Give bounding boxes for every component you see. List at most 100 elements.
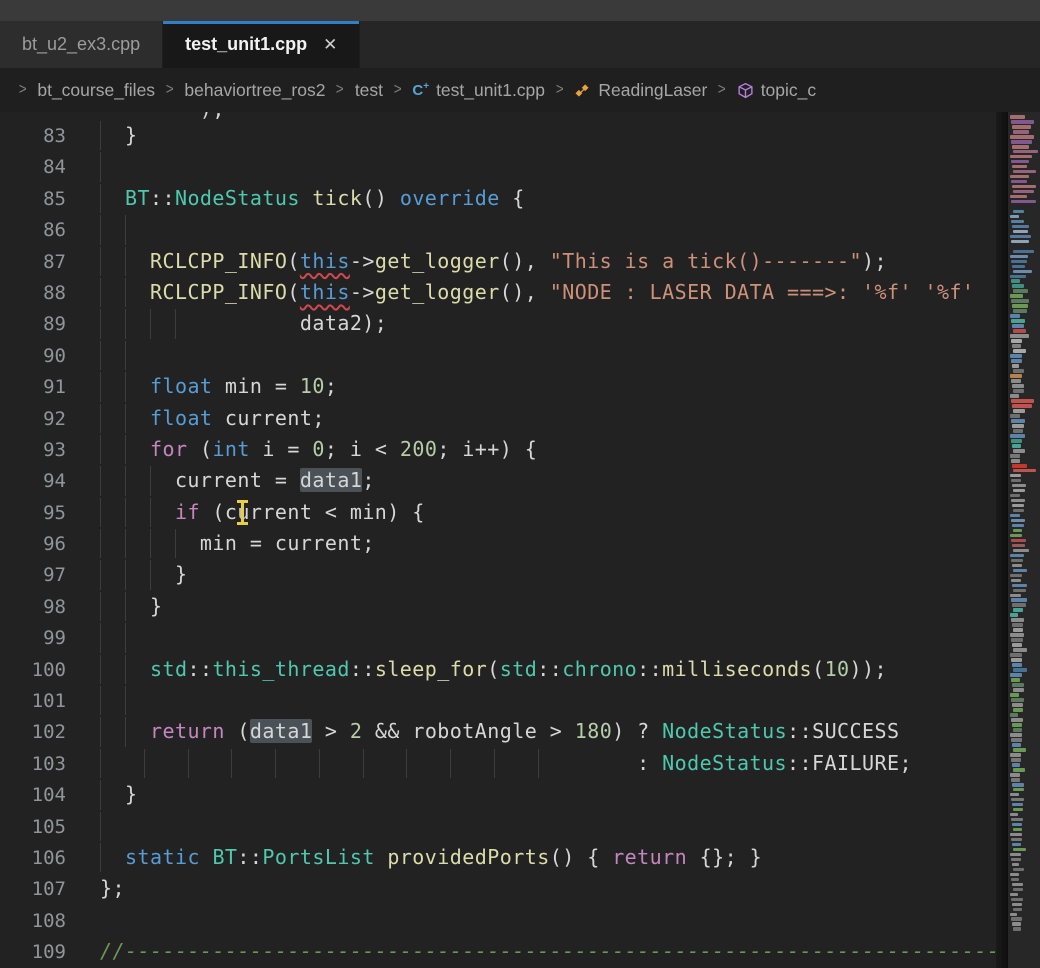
breadcrumb-item-test_unit1.cpp[interactable]: C+test_unit1.cpp xyxy=(412,80,545,101)
line-number: 94 xyxy=(0,466,66,497)
code-line-90: 90 xyxy=(0,340,996,371)
tab-label: test_unit1.cpp xyxy=(185,34,307,55)
minimap-row xyxy=(1012,464,1027,468)
minimap-row xyxy=(1010,294,1023,298)
minimap-row xyxy=(1011,399,1034,403)
minimap-row xyxy=(1010,514,1020,518)
line-number: 84 xyxy=(0,152,66,183)
editor-scroll-shadow xyxy=(996,112,1008,968)
minimap-row xyxy=(1013,868,1024,872)
minimap-row xyxy=(1010,913,1017,917)
minimap-row xyxy=(1013,608,1023,612)
minimap-row xyxy=(1010,713,1018,717)
breadcrumb-item-ReadingLaser[interactable]: ReadingLaser xyxy=(574,80,707,101)
minimap-row xyxy=(1013,210,1024,214)
line-number: 92 xyxy=(0,404,66,435)
minimap-row xyxy=(1011,160,1029,164)
tab-close-icon[interactable]: ✕ xyxy=(323,35,337,55)
code-line-104: 104 } xyxy=(0,779,996,810)
minimap-row xyxy=(1010,534,1022,538)
minimap-row xyxy=(1010,673,1022,677)
indent-guide xyxy=(150,560,151,589)
line-number: 91 xyxy=(0,372,66,403)
breadcrumb-item-test[interactable]: test xyxy=(355,80,383,101)
minimap-row xyxy=(1011,858,1021,862)
code-text: }; xyxy=(100,876,125,900)
code-text: min = current; xyxy=(100,531,375,555)
minimap-row xyxy=(1011,220,1024,224)
indent-guide xyxy=(144,749,145,778)
minimap-row xyxy=(1013,569,1027,573)
minimap-row xyxy=(1012,683,1024,687)
indent-guide xyxy=(100,215,101,244)
code-line-98: 98 } xyxy=(0,591,996,622)
minimap-row xyxy=(1012,883,1023,887)
tab-bt_u2_ex3.cpp[interactable]: bt_u2_ex3.cpp xyxy=(0,21,163,68)
breadcrumb-separator: > xyxy=(166,81,174,99)
code-editor[interactable]: ");83 }8485 BT::NodeStatus tick() overri… xyxy=(0,112,996,968)
minimap-row xyxy=(1013,509,1024,513)
indent-guide xyxy=(100,529,101,558)
code-text: float min = 10; xyxy=(100,374,337,398)
word-highlight: data1 xyxy=(250,719,312,743)
indent-guide xyxy=(125,498,126,527)
minimap-row xyxy=(1011,359,1022,363)
minimap-row xyxy=(1013,529,1022,533)
minimap-row xyxy=(1013,788,1024,792)
minimap-row xyxy=(1013,469,1036,473)
minimap-row xyxy=(1010,613,1018,617)
minimap-row xyxy=(1012,743,1021,747)
minimap-row xyxy=(1010,554,1024,558)
minimap-row xyxy=(1011,180,1027,184)
minimap-row xyxy=(1011,658,1022,662)
code-line-96: 96 min = current; xyxy=(0,528,996,559)
indent-guide xyxy=(100,278,101,307)
code-text: RCLCPP_INFO(this->get_logger(), "This is… xyxy=(100,249,887,273)
minimap-row xyxy=(1011,539,1026,543)
indent-guide xyxy=(538,749,539,778)
code-text: : NodeStatus::FAILURE; xyxy=(100,751,912,775)
breadcrumb-separator: > xyxy=(336,81,344,99)
minimap-row xyxy=(1010,753,1021,757)
minimap-row xyxy=(1011,638,1023,642)
tab-test_unit1.cpp[interactable]: test_unit1.cpp ✕ xyxy=(163,21,360,68)
indent-guide xyxy=(188,749,189,778)
code-line-107: 107}; xyxy=(0,873,996,904)
indent-guide xyxy=(125,686,126,715)
indent-guide xyxy=(150,466,151,495)
minimap-row xyxy=(1010,374,1022,378)
minimap-row xyxy=(1012,903,1022,907)
indent-guide xyxy=(100,404,101,433)
minimap-row xyxy=(1013,668,1027,672)
minimap-row xyxy=(1011,279,1020,283)
indent-guide xyxy=(100,247,101,276)
cpp-file-icon: C+ xyxy=(412,81,429,99)
tab-bar-empty-space xyxy=(360,21,1040,68)
breadcrumb-item-behaviortree_ros2[interactable]: behaviortree_ros2 xyxy=(184,80,325,101)
minimap-row xyxy=(1010,813,1018,817)
minimap-row xyxy=(1011,898,1023,902)
line-number: 103 xyxy=(0,749,66,780)
minimap[interactable] xyxy=(1008,112,1040,968)
code-text: //--------------------------------------… xyxy=(100,939,996,963)
minimap-row xyxy=(1013,908,1022,912)
minimap-row xyxy=(1010,773,1020,777)
minimap-row xyxy=(1010,574,1022,578)
code-line-93: 93 for (int i = 0; i < 200; i++) { xyxy=(0,434,996,465)
breadcrumb-separator: > xyxy=(556,81,564,99)
line-number: 96 xyxy=(0,529,66,560)
breadcrumb-item-bt_course_files[interactable]: bt_course_files xyxy=(37,80,155,101)
minimap-row xyxy=(1013,728,1022,732)
line-number: 107 xyxy=(0,874,66,905)
breadcrumb-item-topic_c[interactable]: topic_c xyxy=(737,80,816,101)
minimap-row xyxy=(1012,524,1024,528)
minimap-row xyxy=(1010,653,1022,657)
minimap-row xyxy=(1012,544,1025,548)
minimap-row xyxy=(1012,145,1029,149)
line-number: 106 xyxy=(0,843,66,874)
minimap-row xyxy=(1010,354,1022,358)
indent-guide xyxy=(150,309,151,338)
minimap-row xyxy=(1013,708,1023,712)
minimap-row xyxy=(1010,115,1025,119)
minimap-row xyxy=(1011,758,1021,762)
